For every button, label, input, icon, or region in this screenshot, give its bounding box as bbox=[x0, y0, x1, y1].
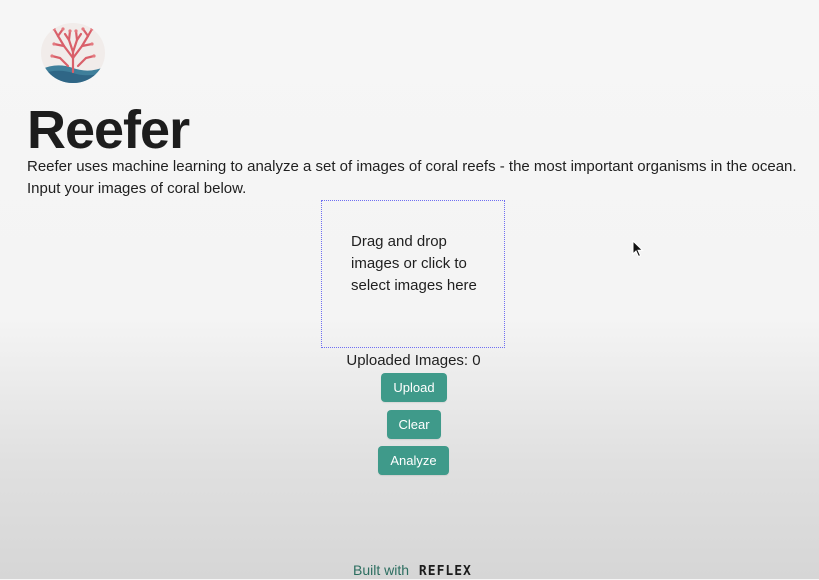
upload-button[interactable]: Upload bbox=[381, 373, 447, 402]
description-line-1: Reefer uses machine learning to analyze … bbox=[27, 158, 797, 175]
mouse-pointer-icon bbox=[632, 240, 644, 258]
built-with-label: Built with bbox=[353, 562, 410, 578]
clear-button[interactable]: Clear bbox=[387, 410, 441, 439]
dropzone-instructions: Drag and drop images or click to select … bbox=[351, 233, 477, 294]
coral-logo-icon bbox=[41, 23, 105, 83]
reflex-logo[interactable]: REFLEX bbox=[419, 564, 472, 579]
analyze-button[interactable]: Analyze bbox=[378, 446, 449, 475]
built-with-footer[interactable]: Built with REFLEX bbox=[353, 562, 472, 580]
app-description: Reefer uses machine learning to analyze … bbox=[27, 156, 812, 200]
image-dropzone[interactable]: Drag and drop images or click to select … bbox=[321, 200, 505, 348]
uploaded-images-count: Uploaded Images: 0 bbox=[346, 352, 481, 369]
page-title: Reefer bbox=[27, 100, 190, 160]
description-line-2: Input your images of coral below. bbox=[27, 180, 247, 197]
